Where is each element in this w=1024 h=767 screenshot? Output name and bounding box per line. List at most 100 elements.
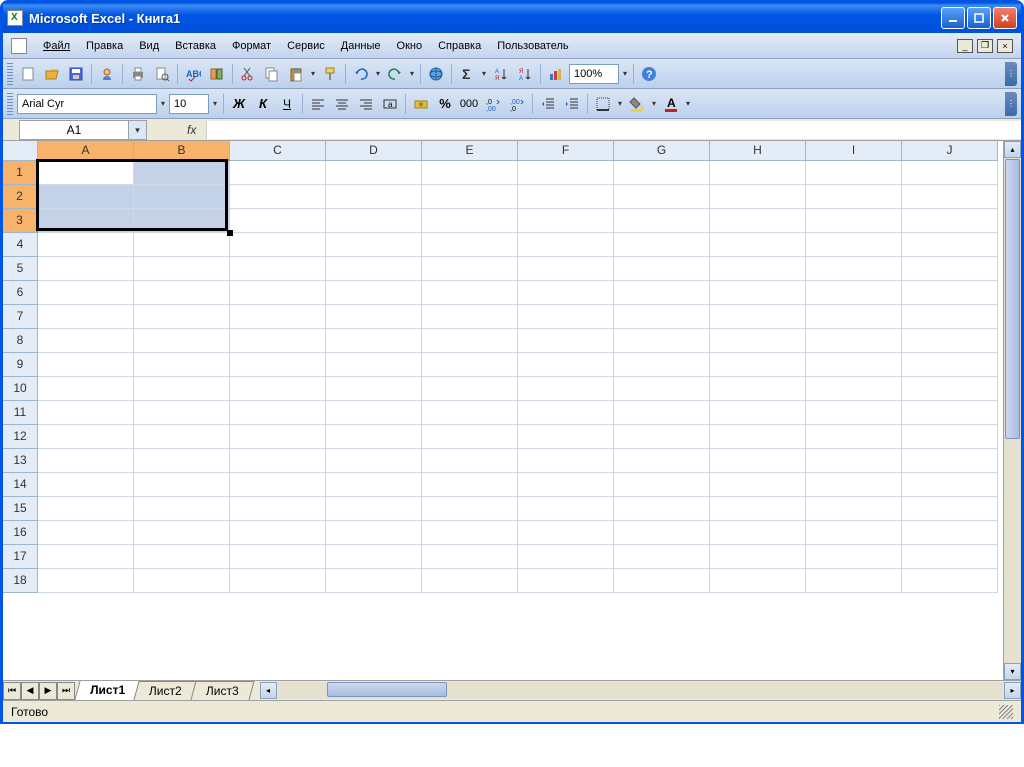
mdi-minimize-button[interactable]: _ — [957, 39, 973, 53]
cell-A6[interactable] — [38, 281, 134, 305]
cell-C18[interactable] — [230, 569, 326, 593]
print-icon[interactable] — [127, 63, 149, 85]
cell-G5[interactable] — [614, 257, 710, 281]
resize-grip[interactable] — [999, 705, 1013, 719]
cell-E6[interactable] — [422, 281, 518, 305]
cell-H2[interactable] — [710, 185, 806, 209]
row-header-8[interactable]: 8 — [3, 329, 38, 353]
cell-F11[interactable] — [518, 401, 614, 425]
cell-I16[interactable] — [806, 521, 902, 545]
align-left-icon[interactable] — [307, 93, 329, 115]
sheet-tab-Лист1[interactable]: Лист1 — [74, 681, 140, 700]
toolbar-options-icon[interactable]: ⋮ — [1005, 92, 1017, 116]
cell-J8[interactable] — [902, 329, 998, 353]
cell-C5[interactable] — [230, 257, 326, 281]
column-header-C[interactable]: C — [230, 141, 326, 161]
cell-G17[interactable] — [614, 545, 710, 569]
spelling-icon[interactable]: ABC — [182, 63, 204, 85]
borders-icon[interactable] — [592, 93, 614, 115]
cell-G7[interactable] — [614, 305, 710, 329]
cell-B12[interactable] — [134, 425, 230, 449]
cell-F16[interactable] — [518, 521, 614, 545]
currency-icon[interactable] — [410, 93, 432, 115]
row-header-14[interactable]: 14 — [3, 473, 38, 497]
cell-G1[interactable] — [614, 161, 710, 185]
cell-B8[interactable] — [134, 329, 230, 353]
cell-H18[interactable] — [710, 569, 806, 593]
merge-center-icon[interactable]: a — [379, 93, 401, 115]
cell-J13[interactable] — [902, 449, 998, 473]
cell-F17[interactable] — [518, 545, 614, 569]
menu-edit[interactable]: Правка — [78, 37, 131, 55]
cell-D14[interactable] — [326, 473, 422, 497]
cell-F9[interactable] — [518, 353, 614, 377]
cell-G10[interactable] — [614, 377, 710, 401]
row-header-5[interactable]: 5 — [3, 257, 38, 281]
font-size-dropdown[interactable]: ▾ — [211, 99, 219, 108]
cell-C1[interactable] — [230, 161, 326, 185]
cell-F4[interactable] — [518, 233, 614, 257]
tab-nav-first[interactable]: ⏮ — [3, 682, 21, 700]
cell-B14[interactable] — [134, 473, 230, 497]
column-header-I[interactable]: I — [806, 141, 902, 161]
row-header-11[interactable]: 11 — [3, 401, 38, 425]
cell-H13[interactable] — [710, 449, 806, 473]
menu-format[interactable]: Формат — [224, 37, 279, 55]
cell-H15[interactable] — [710, 497, 806, 521]
cell-C6[interactable] — [230, 281, 326, 305]
zoom-input[interactable] — [569, 64, 619, 84]
cell-A14[interactable] — [38, 473, 134, 497]
cell-H8[interactable] — [710, 329, 806, 353]
cell-F10[interactable] — [518, 377, 614, 401]
cell-J3[interactable] — [902, 209, 998, 233]
cell-I7[interactable] — [806, 305, 902, 329]
cell-A10[interactable] — [38, 377, 134, 401]
cell-B13[interactable] — [134, 449, 230, 473]
cell-C3[interactable] — [230, 209, 326, 233]
cell-E9[interactable] — [422, 353, 518, 377]
cut-icon[interactable] — [237, 63, 259, 85]
cell-B17[interactable] — [134, 545, 230, 569]
cell-B10[interactable] — [134, 377, 230, 401]
decrease-indent-icon[interactable] — [537, 93, 559, 115]
font-select[interactable] — [17, 94, 157, 114]
cell-A3[interactable] — [38, 209, 134, 233]
cell-D3[interactable] — [326, 209, 422, 233]
menu-insert[interactable]: Вставка — [167, 37, 224, 55]
cell-G2[interactable] — [614, 185, 710, 209]
open-icon[interactable] — [41, 63, 63, 85]
cell-C14[interactable] — [230, 473, 326, 497]
row-header-10[interactable]: 10 — [3, 377, 38, 401]
cell-A2[interactable] — [38, 185, 134, 209]
row-header-7[interactable]: 7 — [3, 305, 38, 329]
cell-F15[interactable] — [518, 497, 614, 521]
menu-window[interactable]: Окно — [389, 37, 431, 55]
cell-C7[interactable] — [230, 305, 326, 329]
cell-D17[interactable] — [326, 545, 422, 569]
comma-icon[interactable]: 000 — [458, 93, 480, 115]
cell-J9[interactable] — [902, 353, 998, 377]
cell-F3[interactable] — [518, 209, 614, 233]
cell-G16[interactable] — [614, 521, 710, 545]
cell-I5[interactable] — [806, 257, 902, 281]
row-header-17[interactable]: 17 — [3, 545, 38, 569]
cell-F2[interactable] — [518, 185, 614, 209]
cell-E8[interactable] — [422, 329, 518, 353]
cell-D2[interactable] — [326, 185, 422, 209]
cell-G15[interactable] — [614, 497, 710, 521]
scroll-up-button[interactable]: ▴ — [1004, 141, 1021, 158]
cell-G12[interactable] — [614, 425, 710, 449]
undo-dropdown[interactable]: ▾ — [374, 69, 382, 78]
cell-B7[interactable] — [134, 305, 230, 329]
hscroll-thumb[interactable] — [327, 682, 447, 697]
toolbar-grip[interactable] — [7, 93, 13, 115]
cell-A12[interactable] — [38, 425, 134, 449]
cell-B11[interactable] — [134, 401, 230, 425]
font-size-select[interactable] — [169, 94, 209, 114]
cell-I1[interactable] — [806, 161, 902, 185]
cell-C13[interactable] — [230, 449, 326, 473]
sort-asc-icon[interactable]: АЯ — [490, 63, 512, 85]
cell-H14[interactable] — [710, 473, 806, 497]
cell-B18[interactable] — [134, 569, 230, 593]
italic-icon[interactable]: К — [252, 93, 274, 115]
